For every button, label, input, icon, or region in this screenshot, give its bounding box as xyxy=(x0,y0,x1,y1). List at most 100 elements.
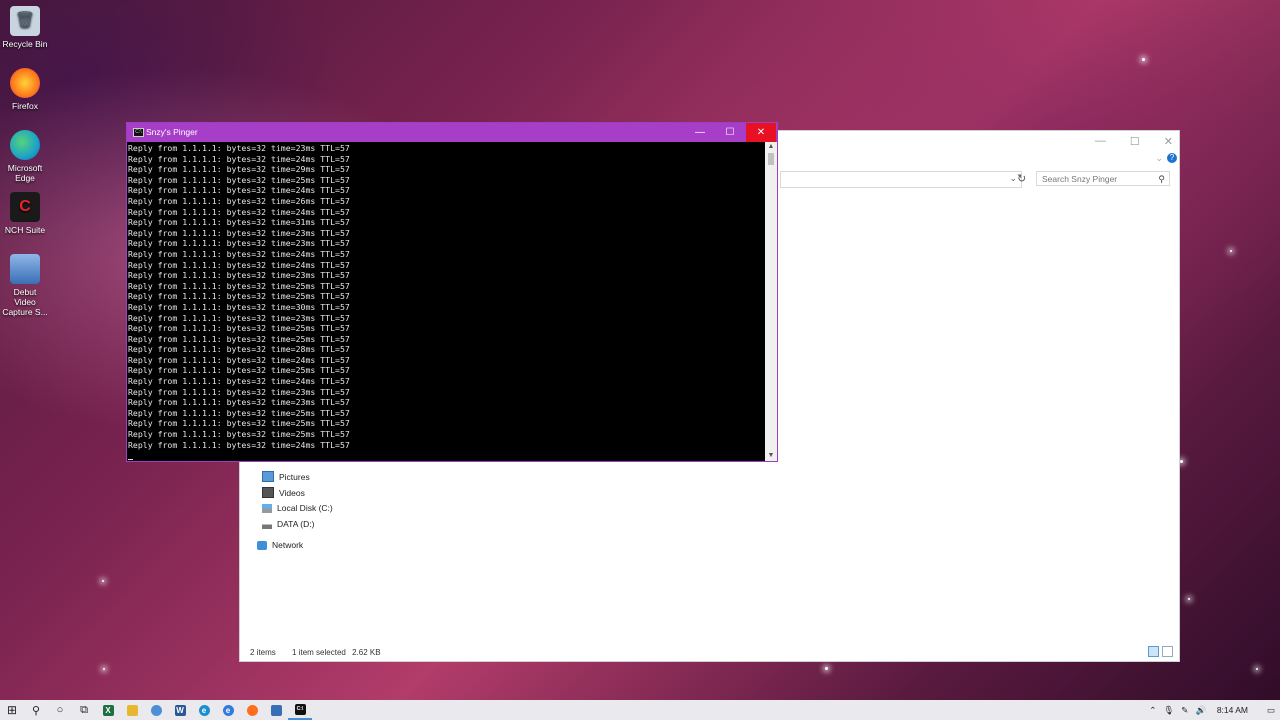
taskbar-app-word[interactable]: W xyxy=(168,700,192,720)
vertical-scrollbar[interactable]: ▲ ▼ xyxy=(765,142,777,461)
console-line: Reply from 1.1.1.1: bytes=32 time=26ms T… xyxy=(128,195,350,206)
console-line: Reply from 1.1.1.1: bytes=32 time=25ms T… xyxy=(128,429,350,440)
taskbar-app-edge[interactable]: e xyxy=(192,700,216,720)
console-line: Reply from 1.1.1.1: bytes=32 time=25ms T… xyxy=(128,280,350,291)
console-output[interactable]: Reply from 1.1.1.1: bytes=32 time=23ms T… xyxy=(127,143,766,461)
taskbar-app-browser[interactable] xyxy=(144,700,168,720)
console-line: Reply from 1.1.1.1: bytes=32 time=24ms T… xyxy=(128,206,350,217)
console-line: Reply from 1.1.1.1: bytes=32 time=24ms T… xyxy=(128,153,350,164)
desktop-icon-firefox[interactable]: Firefox xyxy=(2,68,48,111)
console-line: Reply from 1.1.1.1: bytes=32 time=25ms T… xyxy=(128,418,350,429)
console-line: Reply from 1.1.1.1: bytes=32 time=23ms T… xyxy=(128,227,350,238)
search-input[interactable]: Search Snzy Pinger ⚲ xyxy=(1036,171,1170,186)
star xyxy=(102,580,104,582)
desktop-icon-edge[interactable]: Microsoft Edge xyxy=(2,130,48,183)
scroll-down-icon[interactable]: ▼ xyxy=(765,451,777,461)
task-view-button[interactable]: ⧉ xyxy=(72,700,96,720)
refresh-icon[interactable]: ↻ xyxy=(1017,172,1026,185)
console-line: Reply from 1.1.1.1: bytes=32 time=25ms T… xyxy=(128,365,350,376)
desktop-icon-nch-suite[interactable]: C NCH Suite xyxy=(2,192,48,235)
console-app-icon: C:\ xyxy=(133,128,144,137)
chevron-up-icon[interactable]: ⌃ xyxy=(1145,705,1161,716)
console-line: Reply from 1.1.1.1: bytes=32 time=28ms T… xyxy=(128,344,350,355)
console-line: Reply from 1.1.1.1: bytes=32 time=24ms T… xyxy=(128,185,350,196)
star xyxy=(1256,668,1258,670)
desktop-icon-recycle-bin[interactable]: 🗑 Recycle Bin xyxy=(2,6,48,49)
close-button[interactable]: ✕ xyxy=(746,123,776,142)
window-title: Snzy's Pinger xyxy=(146,127,198,137)
desktop-icon-label: NCH Suite xyxy=(4,225,46,235)
item-count: 2 items xyxy=(250,648,276,657)
chevron-down-icon[interactable]: ⌄ xyxy=(1155,153,1163,164)
firefox-icon xyxy=(10,68,40,98)
desktop-icon-debut-video[interactable]: Debut Video Capture S... xyxy=(2,254,48,317)
console-line: Reply from 1.1.1.1: bytes=32 time=23ms T… xyxy=(128,386,350,397)
desktop-icon-label: Microsoft Edge xyxy=(7,163,43,183)
taskbar-app-excel[interactable]: X xyxy=(96,700,120,720)
nav-item-label: DATA (D:) xyxy=(277,519,315,529)
minimize-button[interactable]: — xyxy=(685,123,715,142)
taskbar-app-explorer[interactable] xyxy=(120,700,144,720)
console-window[interactable]: C:\ Snzy's Pinger — ☐ ✕ Reply from 1.1.1… xyxy=(126,122,778,462)
scroll-up-icon[interactable]: ▲ xyxy=(765,142,777,152)
word-icon: W xyxy=(174,704,186,716)
nav-item-pictures[interactable]: Pictures xyxy=(262,471,310,482)
volume-icon[interactable]: 🔊 xyxy=(1193,705,1209,716)
console-line: Reply from 1.1.1.1: bytes=32 time=23ms T… xyxy=(128,312,350,323)
minimize-icon[interactable]: — xyxy=(1095,135,1106,148)
nav-item-label: Videos xyxy=(279,487,305,498)
windows-icon: ⊞ xyxy=(6,703,18,717)
pen-icon[interactable]: ✎ xyxy=(1177,705,1193,716)
desktop-icon-label: Firefox xyxy=(12,101,38,111)
pictures-icon xyxy=(262,471,274,482)
desktop-icon-label: Debut Video Capture S... xyxy=(2,287,48,317)
cortana-button[interactable]: ○ xyxy=(48,700,72,720)
file-explorer-icon xyxy=(126,704,138,716)
clock[interactable]: 8:14 AM xyxy=(1217,705,1248,715)
drive-icon xyxy=(262,519,272,529)
large-icons-view-icon[interactable] xyxy=(1162,646,1173,657)
console-line: Reply from 1.1.1.1: bytes=32 time=29ms T… xyxy=(128,164,350,175)
browser-icon xyxy=(150,704,162,716)
search-icon: ⚲ xyxy=(1158,174,1165,184)
nav-item-label: Network xyxy=(272,540,304,550)
address-bar[interactable]: ⌄ xyxy=(780,171,1022,188)
console-line: Reply from 1.1.1.1: bytes=32 time=25ms T… xyxy=(128,291,350,302)
console-line: Reply from 1.1.1.1: bytes=32 time=23ms T… xyxy=(128,238,350,249)
help-icon[interactable]: ? xyxy=(1167,153,1177,163)
taskbar-app-edge-beta[interactable]: e xyxy=(216,700,240,720)
notifications-icon[interactable]: ▭ xyxy=(1262,705,1280,716)
selection-count: 1 item selected xyxy=(292,648,346,657)
microphone-icon[interactable]: 🎙 xyxy=(1161,705,1177,716)
nch-suite-icon: C xyxy=(10,192,40,222)
maximize-icon[interactable]: ☐ xyxy=(1130,135,1140,148)
start-button[interactable]: ⊞ xyxy=(0,700,24,720)
console-line: Reply from 1.1.1.1: bytes=32 time=23ms T… xyxy=(128,143,350,153)
console-line: Reply from 1.1.1.1: bytes=32 time=23ms T… xyxy=(128,270,350,281)
search-button[interactable]: ⚲ xyxy=(24,700,48,720)
scroll-thumb[interactable] xyxy=(768,153,774,165)
status-bar: 2 items 1 item selected 2.62 KB xyxy=(250,648,395,657)
console-line: Reply from 1.1.1.1: bytes=32 time=24ms T… xyxy=(128,248,350,259)
selection-size: 2.62 KB xyxy=(352,648,381,657)
console-line: Reply from 1.1.1.1: bytes=32 time=31ms T… xyxy=(128,217,350,228)
title-bar[interactable]: C:\ Snzy's Pinger — ☐ ✕ xyxy=(127,123,777,142)
nav-item-data-drive[interactable]: DATA (D:) xyxy=(262,519,314,529)
excel-icon: X xyxy=(102,704,114,716)
nav-item-local-disk[interactable]: Local Disk (C:) xyxy=(262,503,333,513)
local-disk-icon xyxy=(262,503,272,513)
firefox-icon xyxy=(246,704,258,716)
maximize-button[interactable]: ☐ xyxy=(715,123,745,142)
star xyxy=(103,668,105,670)
taskbar-app-debut[interactable] xyxy=(264,700,288,720)
debut-video-icon xyxy=(270,704,282,716)
star xyxy=(1230,250,1232,252)
nav-item-network[interactable]: Network xyxy=(257,540,303,550)
taskbar-app-console[interactable]: C:\ xyxy=(288,700,312,720)
details-view-icon[interactable] xyxy=(1148,646,1159,657)
close-icon[interactable]: ✕ xyxy=(1164,135,1173,148)
chevron-down-icon[interactable]: ⌄ xyxy=(1009,173,1017,184)
debut-video-icon xyxy=(10,254,40,284)
nav-item-videos[interactable]: Videos xyxy=(262,487,305,498)
taskbar-app-firefox[interactable] xyxy=(240,700,264,720)
